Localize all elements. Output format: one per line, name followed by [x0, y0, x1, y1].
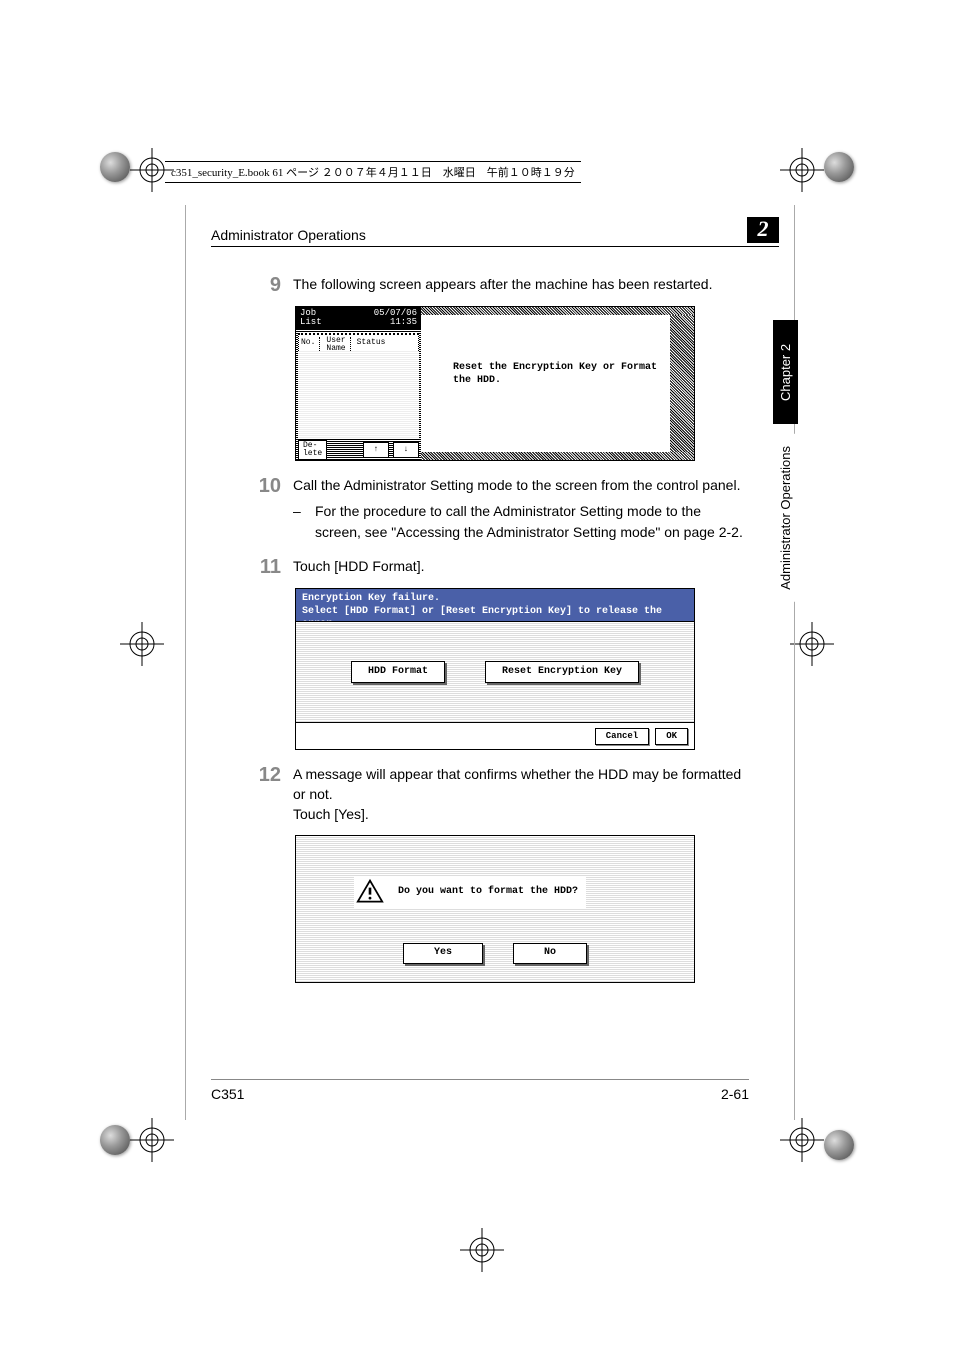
registration-mark — [130, 1118, 174, 1162]
warning-icon — [356, 878, 384, 906]
confirm-message: Do you want to format the HDD? — [398, 885, 578, 900]
scroll-down-button[interactable]: ↓ — [393, 442, 419, 458]
confirm-body: Do you want to format the HDD? Yes No — [296, 836, 694, 982]
hdd-format-button[interactable]: HDD Format — [351, 661, 445, 684]
content-area: 9 The following screen appears after the… — [211, 260, 749, 983]
job-list-buttons: De- lete ↑ ↓ — [298, 442, 419, 458]
side-tab-section: Administrator Operations — [773, 434, 798, 602]
step-number: 12 — [211, 764, 293, 786]
crop-sphere — [100, 152, 130, 182]
message-panel: Reset the Encryption Key or Format the H… — [421, 307, 694, 460]
decorative-bar — [421, 452, 694, 460]
book-meta-header: c351_security_E.book 61 ページ ２００７年４月１１日 水… — [165, 160, 785, 184]
step-10: 10 Call the Administrator Setting mode t… — [211, 475, 749, 542]
step-body: Call the Administrator Setting mode to t… — [293, 475, 749, 542]
decorative-bar — [421, 307, 694, 315]
running-head-title: Administrator Operations — [211, 227, 366, 243]
step-number: 10 — [211, 475, 293, 497]
step-text-2: Touch [Yes]. — [293, 804, 749, 824]
footer-page: 2-61 — [721, 1086, 749, 1102]
side-tabs: Chapter 2 Administrator Operations — [773, 320, 798, 602]
step-sub-bullet: – For the procedure to call the Administ… — [293, 501, 749, 542]
step-number: 11 — [211, 556, 293, 578]
job-list-body — [298, 351, 419, 438]
running-head: Administrator Operations 2 — [211, 217, 779, 247]
decorative-side — [670, 315, 694, 452]
crop-sphere — [824, 1130, 854, 1160]
screenshot-format-confirm: Do you want to format the HDD? Yes No — [295, 835, 695, 983]
option-area: HDD Format Reset Encryption Key — [296, 621, 694, 723]
registration-mark — [780, 148, 824, 192]
cancel-button[interactable]: Cancel — [595, 728, 649, 745]
footer-model: C351 — [211, 1086, 244, 1102]
confirm-message-row: Do you want to format the HDD? — [354, 876, 586, 908]
crop-sphere — [824, 152, 854, 182]
step-text: Call the Administrator Setting mode to t… — [293, 475, 749, 495]
reset-encryption-key-button[interactable]: Reset Encryption Key — [485, 661, 639, 684]
crop-sphere — [100, 1125, 130, 1155]
registration-mark — [130, 148, 174, 192]
step-number: 9 — [211, 274, 293, 296]
confirm-button-row: Yes No — [296, 943, 694, 964]
reset-message: Reset the Encryption Key or Format the H… — [453, 361, 657, 387]
page-footer: C351 2-61 — [211, 1079, 749, 1102]
registration-mark — [790, 622, 834, 666]
registration-mark — [120, 622, 164, 666]
step-text: The following screen appears after the m… — [293, 274, 749, 294]
step-11: 11 Touch [HDD Format]. — [211, 556, 749, 578]
no-button[interactable]: No — [513, 943, 587, 964]
bullet-text: For the procedure to call the Administra… — [315, 501, 749, 542]
ok-button[interactable]: OK — [655, 728, 688, 745]
yes-button[interactable]: Yes — [403, 943, 483, 964]
step-9: 9 The following screen appears after the… — [211, 274, 749, 296]
dialog-button-row: Cancel OK — [595, 728, 688, 745]
screenshot-hdd-format-select: Encryption Key failure. Select [HDD Form… — [295, 588, 695, 750]
job-list-label: Job List — [300, 309, 322, 327]
scroll-up-button[interactable]: ↑ — [363, 442, 389, 458]
delete-button[interactable]: De- lete — [298, 440, 327, 460]
step-12: 12 A message will appear that confirms w… — [211, 764, 749, 825]
job-list-timestamp: 05/07/06 11:35 — [374, 309, 417, 327]
registration-mark — [460, 1228, 504, 1272]
step-body: A message will appear that confirms whet… — [293, 764, 749, 825]
error-line1: Encryption Key failure. — [302, 592, 688, 605]
chapter-number-tab: 2 — [747, 217, 779, 243]
job-list-panel: Job List 05/07/06 11:35 No. User Name St… — [296, 307, 422, 460]
screenshot-reset-encryption: Job List 05/07/06 11:35 No. User Name St… — [295, 306, 695, 461]
step-text: Touch [HDD Format]. — [293, 556, 749, 576]
job-list-header: Job List 05/07/06 11:35 — [296, 307, 421, 329]
bullet-dash: – — [293, 501, 315, 542]
page-frame: Administrator Operations 2 Chapter 2 Adm… — [185, 205, 795, 1120]
book-meta-text: c351_security_E.book 61 ページ ２００７年４月１１日 水… — [165, 161, 581, 183]
registration-mark — [780, 1118, 824, 1162]
step-text-1: A message will appear that confirms whet… — [293, 764, 749, 805]
side-tab-chapter: Chapter 2 — [773, 320, 798, 424]
